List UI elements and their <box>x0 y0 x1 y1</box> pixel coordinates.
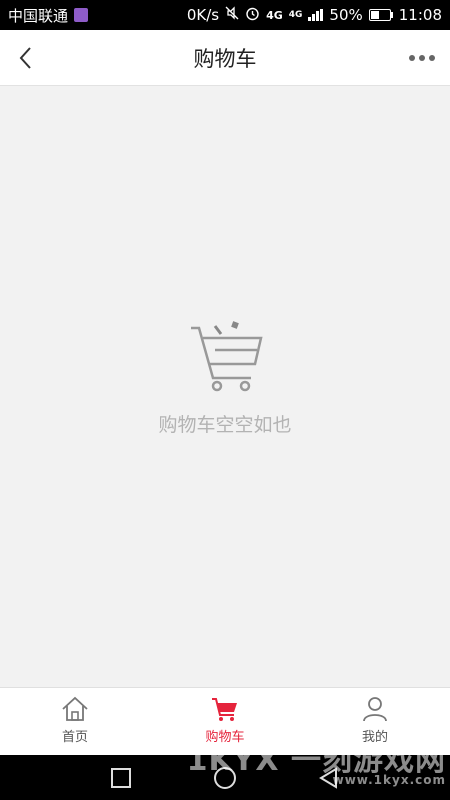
clock: 11:08 <box>398 6 442 24</box>
network-speed: 0K/s <box>186 6 220 24</box>
battery-icon <box>368 9 393 21</box>
signal-icon <box>308 9 324 21</box>
shopping-cart-icon <box>212 698 237 721</box>
tab-home[interactable]: 首页 <box>0 688 150 755</box>
more-dot <box>419 55 425 61</box>
empty-cart-message: 购物车空空如也 <box>158 414 292 436</box>
carrier-name: 中国联通 <box>8 6 69 25</box>
cart-content: 购物车空空如也 <box>0 86 450 687</box>
status-bar: 中国联通 0K/s 4G 4G 50% 11:08 <box>0 0 450 30</box>
mute-icon <box>225 6 239 24</box>
battery-fill <box>370 11 380 19</box>
back-button[interactable] <box>8 40 44 76</box>
network-type-secondary: 4G <box>288 10 303 20</box>
carrier-app-icon <box>74 8 89 22</box>
user-icon <box>363 697 387 722</box>
tab-cart[interactable]: 购物车 <box>150 688 300 755</box>
empty-cart-state: 购物车空空如也 <box>0 316 450 437</box>
more-dot <box>429 55 435 61</box>
more-dot <box>409 55 415 61</box>
shopping-cart-icon <box>191 321 263 392</box>
home-button-icon[interactable] <box>213 766 237 790</box>
tab-home-label: 首页 <box>61 730 88 745</box>
network-type: 4G <box>266 8 283 22</box>
back-triangle-icon[interactable] <box>318 766 340 789</box>
tab-profile[interactable]: 我的 <box>300 688 450 755</box>
alarm-icon <box>245 6 260 25</box>
more-button[interactable] <box>402 40 442 76</box>
battery-percent: 50% <box>329 6 363 24</box>
home-icon <box>62 696 88 721</box>
bottom-tab-bar: 首页 购物车 我的 <box>0 687 450 755</box>
page-header: 购物车 <box>0 30 450 86</box>
page-title: 购物车 <box>193 46 257 71</box>
system-nav-bar <box>0 755 450 800</box>
recent-apps-icon[interactable] <box>110 767 132 789</box>
tab-cart-label: 购物车 <box>205 730 245 745</box>
tab-profile-label: 我的 <box>361 730 388 745</box>
chevron-left-icon <box>19 47 31 69</box>
